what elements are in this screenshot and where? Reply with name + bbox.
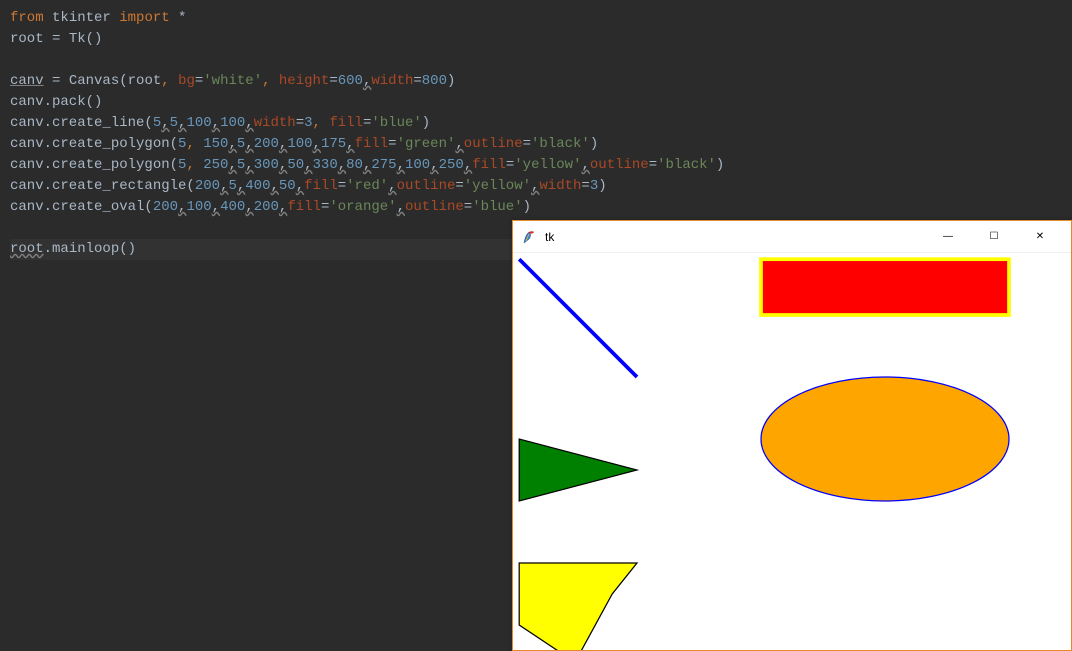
maximize-button[interactable]: ☐	[971, 222, 1017, 252]
canvas-polygon	[519, 563, 637, 650]
code-line[interactable]: from tkinter import *	[10, 8, 1062, 29]
code-line[interactable]: canv.create_line(5,5,100,100,width=3, fi…	[10, 113, 1062, 134]
tk-feather-icon	[521, 229, 537, 245]
canvas-rectangle	[761, 259, 1009, 315]
code-line[interactable]: canv.create_polygon(5, 150,5,200,100,175…	[10, 134, 1062, 155]
code-line[interactable]: canv.create_oval(200,100,400,200,fill='o…	[10, 197, 1062, 218]
canvas-triangle	[519, 439, 637, 501]
code-line[interactable]	[10, 50, 1062, 71]
canvas-line	[519, 259, 637, 377]
minimize-button[interactable]: —	[925, 222, 971, 252]
code-line[interactable]: canv.create_rectangle(200,5,400,50,fill=…	[10, 176, 1062, 197]
code-line[interactable]: canv.create_polygon(5, 250,5,300,50,330,…	[10, 155, 1062, 176]
code-line[interactable]: root = Tk()	[10, 29, 1062, 50]
titlebar[interactable]: tk — ☐ ✕	[513, 221, 1071, 253]
window-title: tk	[545, 230, 925, 244]
code-line[interactable]: canv.pack()	[10, 92, 1062, 113]
tk-canvas	[513, 253, 1071, 650]
close-button[interactable]: ✕	[1017, 222, 1063, 252]
canvas-oval	[761, 377, 1009, 501]
code-line[interactable]: canv = Canvas(root, bg='white', height=6…	[10, 71, 1062, 92]
tk-output-window: tk — ☐ ✕	[512, 220, 1072, 651]
